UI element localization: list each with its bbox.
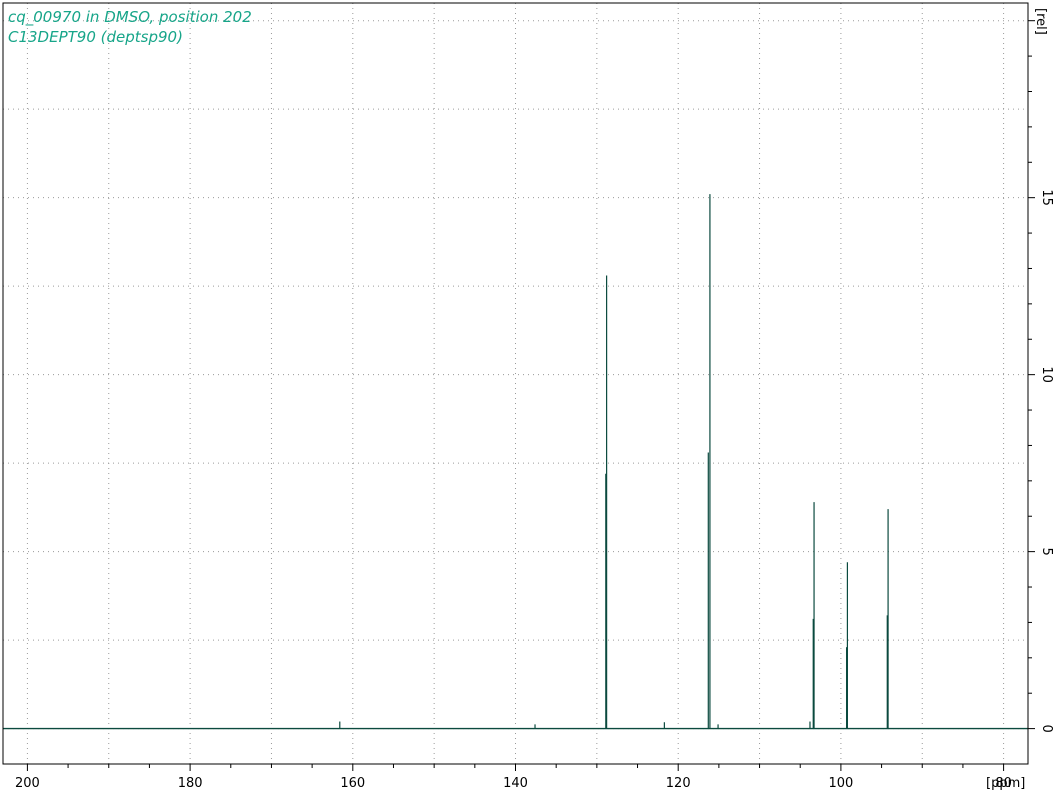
x-tick-label: 100 bbox=[828, 776, 853, 791]
y-tick-label: 0 bbox=[1039, 724, 1054, 732]
x-tick-label: 160 bbox=[340, 776, 365, 791]
x-tick-label: 180 bbox=[178, 776, 203, 791]
x-tick-label: 140 bbox=[503, 776, 528, 791]
sample-title: cq_00970 in DMSO, position 202 bbox=[8, 8, 252, 27]
y-axis-unit-label: [rel] bbox=[1033, 8, 1048, 35]
y-axis: 0 5 10 15 bbox=[1028, 20, 1054, 733]
y-tick-label: 15 bbox=[1039, 189, 1054, 206]
y-tick-label: 5 bbox=[1039, 547, 1054, 555]
grid-lines bbox=[3, 3, 1028, 764]
x-axis-unit-label: [ppm] bbox=[986, 776, 1025, 791]
experiment-title: C13DEPT90 (deptsp90) bbox=[8, 28, 183, 46]
x-axis: 200 180 160 140 120 100 80 bbox=[15, 764, 1012, 791]
x-tick-label: 200 bbox=[15, 776, 40, 791]
x-tick-label: 120 bbox=[666, 776, 691, 791]
nmr-spectrum-chart: 200 180 160 140 120 100 80 051015 cq_00970 in … bbox=[2, 2, 1054, 791]
y-tick-label: 10 bbox=[1039, 366, 1054, 383]
